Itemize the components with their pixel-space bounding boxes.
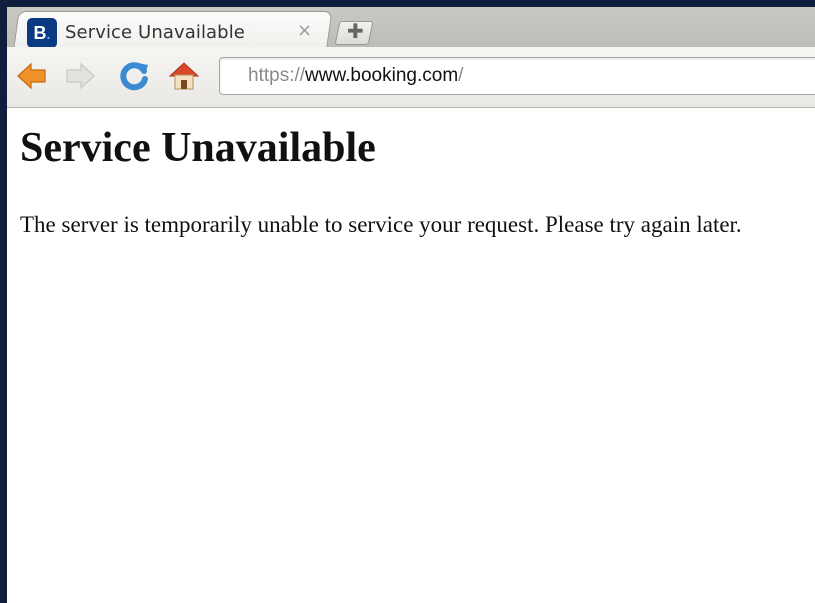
tab-content: B. Service Unavailable × bbox=[25, 15, 325, 48]
page-content: Service Unavailable The server is tempor… bbox=[7, 108, 815, 603]
forward-button[interactable] bbox=[63, 59, 97, 93]
page-title: Service Unavailable bbox=[20, 125, 376, 171]
url-text: https://www.booking.com/ bbox=[248, 65, 463, 87]
favicon-dot: . bbox=[46, 26, 51, 42]
reload-icon bbox=[120, 62, 148, 91]
plus-icon: ✚ bbox=[347, 19, 364, 43]
back-arrow-icon bbox=[17, 62, 46, 90]
navigation-toolbar: https://www.booking.com/ bbox=[7, 47, 815, 108]
back-button[interactable] bbox=[15, 59, 49, 93]
favicon-letter: B bbox=[33, 23, 47, 43]
forward-arrow-icon bbox=[66, 62, 95, 90]
browser-window: B. Service Unavailable × ✚ https://www.b… bbox=[7, 7, 815, 603]
address-bar[interactable]: https://www.booking.com/ bbox=[219, 57, 815, 95]
tab-title: Service Unavailable bbox=[65, 22, 245, 43]
tab-strip: B. Service Unavailable × ✚ bbox=[7, 7, 815, 50]
booking-favicon-icon: B. bbox=[27, 18, 57, 48]
home-icon bbox=[168, 62, 200, 90]
close-icon[interactable]: × bbox=[297, 20, 312, 41]
url-scheme: https:// bbox=[248, 65, 306, 86]
reload-button[interactable] bbox=[117, 59, 151, 93]
home-button[interactable] bbox=[167, 59, 201, 93]
url-host: www.booking.com bbox=[305, 65, 459, 86]
url-path: / bbox=[458, 65, 464, 86]
error-message: The server is temporarily unable to serv… bbox=[20, 212, 742, 237]
